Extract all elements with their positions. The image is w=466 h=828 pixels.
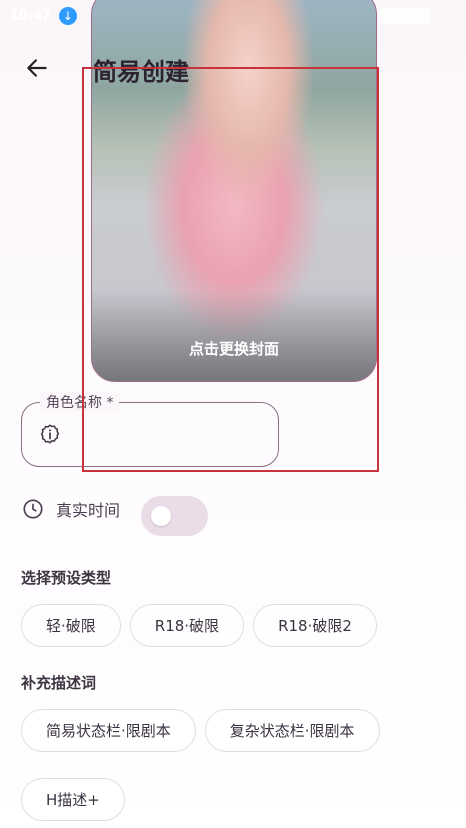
descriptor-section-title: 补充描述词: [21, 674, 97, 692]
realtime-label: 真实时间: [56, 501, 121, 520]
descriptor-chip[interactable]: 复杂状态栏·限剧本: [204, 709, 380, 752]
clock-icon: [23, 499, 43, 519]
status-bar: 10:47 ↓: [10, 6, 77, 26]
change-cover-label: 点击更换封面: [188, 340, 279, 358]
preset-section-title: 选择预设类型: [21, 569, 112, 587]
character-name-label: 角色名称 *: [40, 392, 120, 412]
descriptor-chip[interactable]: 简易状态栏·限剧本: [21, 709, 196, 752]
page-title: 简易创建: [93, 58, 189, 86]
descriptor-chip[interactable]: H描述+: [21, 778, 125, 821]
info-icon[interactable]: [39, 423, 61, 445]
download-icon: ↓: [58, 7, 77, 25]
realtime-toggle[interactable]: [141, 496, 208, 536]
descriptor-chips: 简易状态栏·限剧本 复杂状态栏·限剧本 H描述+: [21, 709, 441, 821]
realtime-row: 真实时间: [22, 497, 120, 521]
preset-chip[interactable]: R18·破限2: [253, 604, 377, 647]
preset-chip[interactable]: R18·破限: [129, 604, 245, 647]
status-icons: [378, 8, 430, 24]
preset-chips: 轻·破限 R18·破限 R18·破限2: [21, 604, 441, 647]
toggle-knob: [151, 506, 171, 526]
status-time: 10:47: [10, 7, 51, 24]
cover-overlay: [92, 291, 376, 381]
arrow-left-icon: [27, 59, 47, 77]
preset-chip[interactable]: 轻·破限: [21, 604, 121, 647]
back-button[interactable]: [24, 55, 50, 81]
